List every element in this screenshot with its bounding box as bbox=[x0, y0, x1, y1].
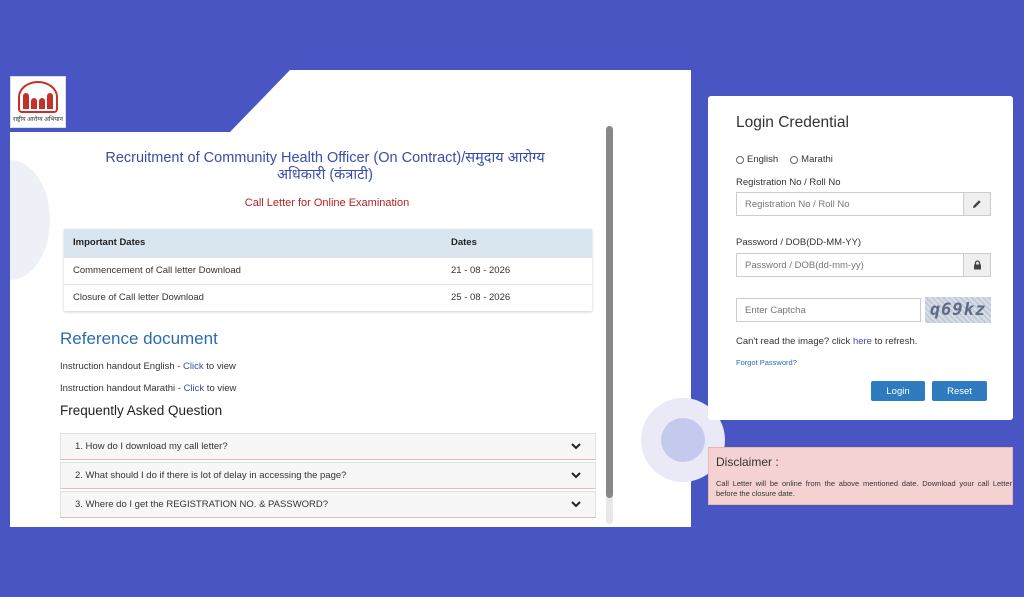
reset-button[interactable]: Reset bbox=[932, 381, 987, 401]
disclaimer-text: Call Letter will be online from the abov… bbox=[716, 479, 1012, 498]
pencil-icon bbox=[963, 193, 990, 215]
captcha-refresh-text: Can't read the image? click here to refr… bbox=[736, 336, 917, 347]
chevron-down-icon bbox=[571, 443, 581, 450]
captcha-input[interactable] bbox=[736, 298, 921, 322]
faq-title: Frequently Asked Question bbox=[60, 403, 223, 418]
important-dates-table: Important Dates Dates Commencement of Ca… bbox=[64, 229, 592, 311]
language-radio-group: English Marathi bbox=[736, 154, 833, 165]
login-card: Login Credential English Marathi Registr… bbox=[708, 96, 1013, 420]
reference-label: Instruction handout Marathi - bbox=[60, 383, 184, 394]
faq-item[interactable]: 2. What should I do if there is lot of d… bbox=[60, 462, 596, 489]
captcha-image: q69kz bbox=[925, 297, 991, 323]
table-header-row: Important Dates Dates bbox=[64, 229, 592, 257]
reference-suffix: to view bbox=[203, 361, 236, 372]
login-button[interactable]: Login bbox=[871, 381, 925, 401]
reference-suffix: to view bbox=[204, 383, 237, 394]
faq-list: 1. How do I download my call letter? 2. … bbox=[60, 433, 596, 520]
radio-marathi[interactable]: Marathi bbox=[790, 154, 833, 165]
radio-label: Marathi bbox=[801, 154, 833, 165]
faq-item[interactable]: 3. Where do I get the REGISTRATION NO. &… bbox=[60, 491, 596, 518]
faq-question: 3. Where do I get the REGISTRATION NO. &… bbox=[75, 499, 329, 510]
lock-icon bbox=[963, 254, 990, 276]
captcha-refresh-link[interactable]: here bbox=[853, 336, 872, 347]
table-row: Commencement of Call letter Download 21 … bbox=[64, 256, 592, 284]
refresh-prefix: Can't read the image? click bbox=[736, 336, 853, 347]
reference-label: Instruction handout English - bbox=[60, 361, 184, 372]
login-title: Login Credential bbox=[736, 114, 849, 131]
reference-click-link[interactable]: Click bbox=[183, 361, 204, 372]
page-subtitle: Call Letter for Online Examination bbox=[244, 197, 410, 209]
table-row: Closure of Call letter Download 25 - 08 … bbox=[64, 283, 592, 311]
reference-item-marathi: Instruction handout Marathi - Click to v… bbox=[60, 383, 236, 394]
password-input-group bbox=[736, 253, 991, 277]
page-title: Recruitment of Community Health Officer … bbox=[105, 150, 545, 183]
forgot-password-link[interactable]: Forgot Password? bbox=[736, 358, 797, 367]
chevron-down-icon bbox=[571, 501, 581, 508]
reference-click-link[interactable]: Click bbox=[184, 383, 205, 394]
radio-english[interactable]: English bbox=[736, 154, 778, 165]
scrollbar-thumb[interactable] bbox=[606, 126, 613, 498]
table-header-cell: Dates bbox=[442, 229, 592, 257]
logo-text: राष्ट्रीय आरोग्य अभियान bbox=[13, 117, 63, 123]
refresh-suffix: to refresh. bbox=[871, 336, 918, 347]
reference-item-english: Instruction handout English - Click to v… bbox=[60, 361, 236, 372]
radio-circle-icon[interactable] bbox=[790, 155, 799, 164]
chevron-down-icon bbox=[571, 472, 581, 479]
registration-input[interactable] bbox=[737, 193, 963, 215]
reference-title: Reference document bbox=[60, 329, 218, 348]
table-cell: 21 - 08 - 2026 bbox=[442, 256, 592, 284]
decorative-shape bbox=[10, 160, 50, 280]
disclaimer-box: Disclaimer : Call Letter will be online … bbox=[708, 447, 1013, 505]
password-label: Password / DOB(DD-MM-YY) bbox=[736, 237, 862, 248]
table-header-cell: Important Dates bbox=[64, 229, 442, 257]
table-cell: 25 - 08 - 2026 bbox=[442, 283, 592, 311]
faq-question: 1. How do I download my call letter? bbox=[75, 441, 228, 452]
faq-question: 2. What should I do if there is lot of d… bbox=[75, 470, 347, 481]
disclaimer-title: Disclaimer : bbox=[716, 455, 779, 469]
table-cell: Commencement of Call letter Download bbox=[64, 256, 442, 284]
logo-emblem bbox=[18, 81, 58, 113]
table-cell: Closure of Call letter Download bbox=[64, 283, 442, 311]
radio-circle-icon[interactable] bbox=[736, 155, 744, 164]
registration-label: Registration No / Roll No bbox=[736, 177, 841, 188]
decorative-circle-inner bbox=[661, 418, 705, 462]
password-input[interactable] bbox=[737, 254, 963, 276]
scrollbar[interactable] bbox=[606, 126, 613, 524]
radio-label: English bbox=[747, 154, 779, 165]
nhm-logo: राष्ट्रीय आरोग्य अभियान bbox=[10, 76, 66, 128]
registration-input-group bbox=[736, 192, 991, 216]
faq-item[interactable]: 1. How do I download my call letter? bbox=[60, 433, 596, 460]
